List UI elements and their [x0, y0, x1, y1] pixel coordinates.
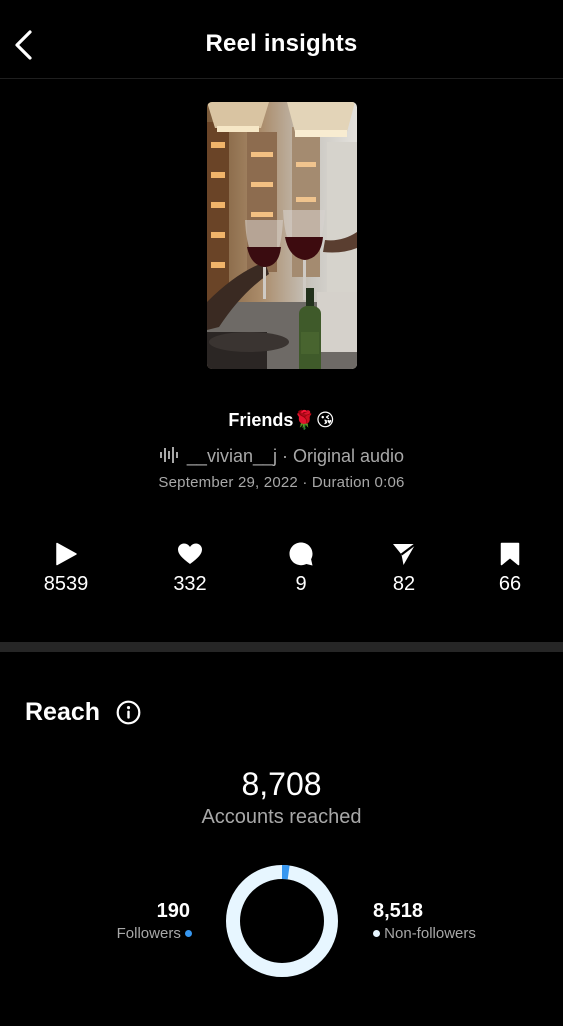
saves-count: 66: [498, 573, 522, 595]
followers-legend: Followers: [60, 925, 192, 942]
reach-donut-chart: [226, 865, 338, 977]
audio-author: __vivian__j: [186, 446, 277, 466]
reel-meta: September 29, 2022 · Duration 0:06: [0, 474, 563, 491]
info-icon[interactable]: [116, 700, 141, 725]
heart-icon: [145, 540, 235, 568]
reel-date: September 29, 2022: [158, 474, 298, 491]
followers-label: Followers: [116, 925, 181, 942]
audio-info[interactable]: __vivian__j · Original audio: [0, 446, 563, 469]
top-bar: Reel insights: [0, 0, 563, 79]
reel-duration: Duration 0:06: [311, 474, 405, 491]
followers-dot: [185, 930, 192, 937]
page-title: Reel insights: [205, 30, 358, 57]
non-followers-label: Non-followers: [384, 925, 476, 942]
audio-title: Original audio: [292, 446, 405, 466]
comment-icon: [256, 540, 346, 568]
non-followers-legend: Non-followers: [373, 925, 476, 942]
followers-count: 190: [156, 900, 190, 922]
stat-comments: 9: [256, 540, 346, 596]
stat-plays: 8539: [21, 540, 111, 596]
stat-shares: 82: [359, 540, 449, 596]
plays-count: 8539: [43, 573, 89, 595]
reach-heading: Reach: [25, 698, 101, 726]
reel-thumbnail-image: [207, 102, 357, 369]
non-followers-ring: [226, 865, 338, 977]
comments-count: 9: [295, 573, 307, 595]
stat-saves: 66: [465, 540, 555, 596]
shares-count: 82: [392, 573, 416, 595]
meta-separator: ·: [297, 474, 312, 491]
accounts-reached-count: 8,708: [241, 766, 322, 802]
bookmark-icon: [465, 540, 555, 568]
audio-wave-icon: [159, 446, 179, 469]
reel-caption: Friends🌹😘: [228, 410, 335, 430]
likes-count: 332: [173, 573, 207, 595]
accounts-reached-label: Accounts reached: [201, 806, 362, 828]
reel-thumbnail[interactable]: [207, 102, 357, 369]
non-followers-count: 8,518: [373, 900, 424, 922]
stat-likes: 332: [145, 540, 235, 596]
send-icon: [359, 540, 449, 568]
non-followers-dot: [373, 930, 380, 937]
audio-separator: ·: [276, 446, 293, 466]
play-icon: [21, 540, 111, 568]
section-divider: [0, 642, 563, 652]
